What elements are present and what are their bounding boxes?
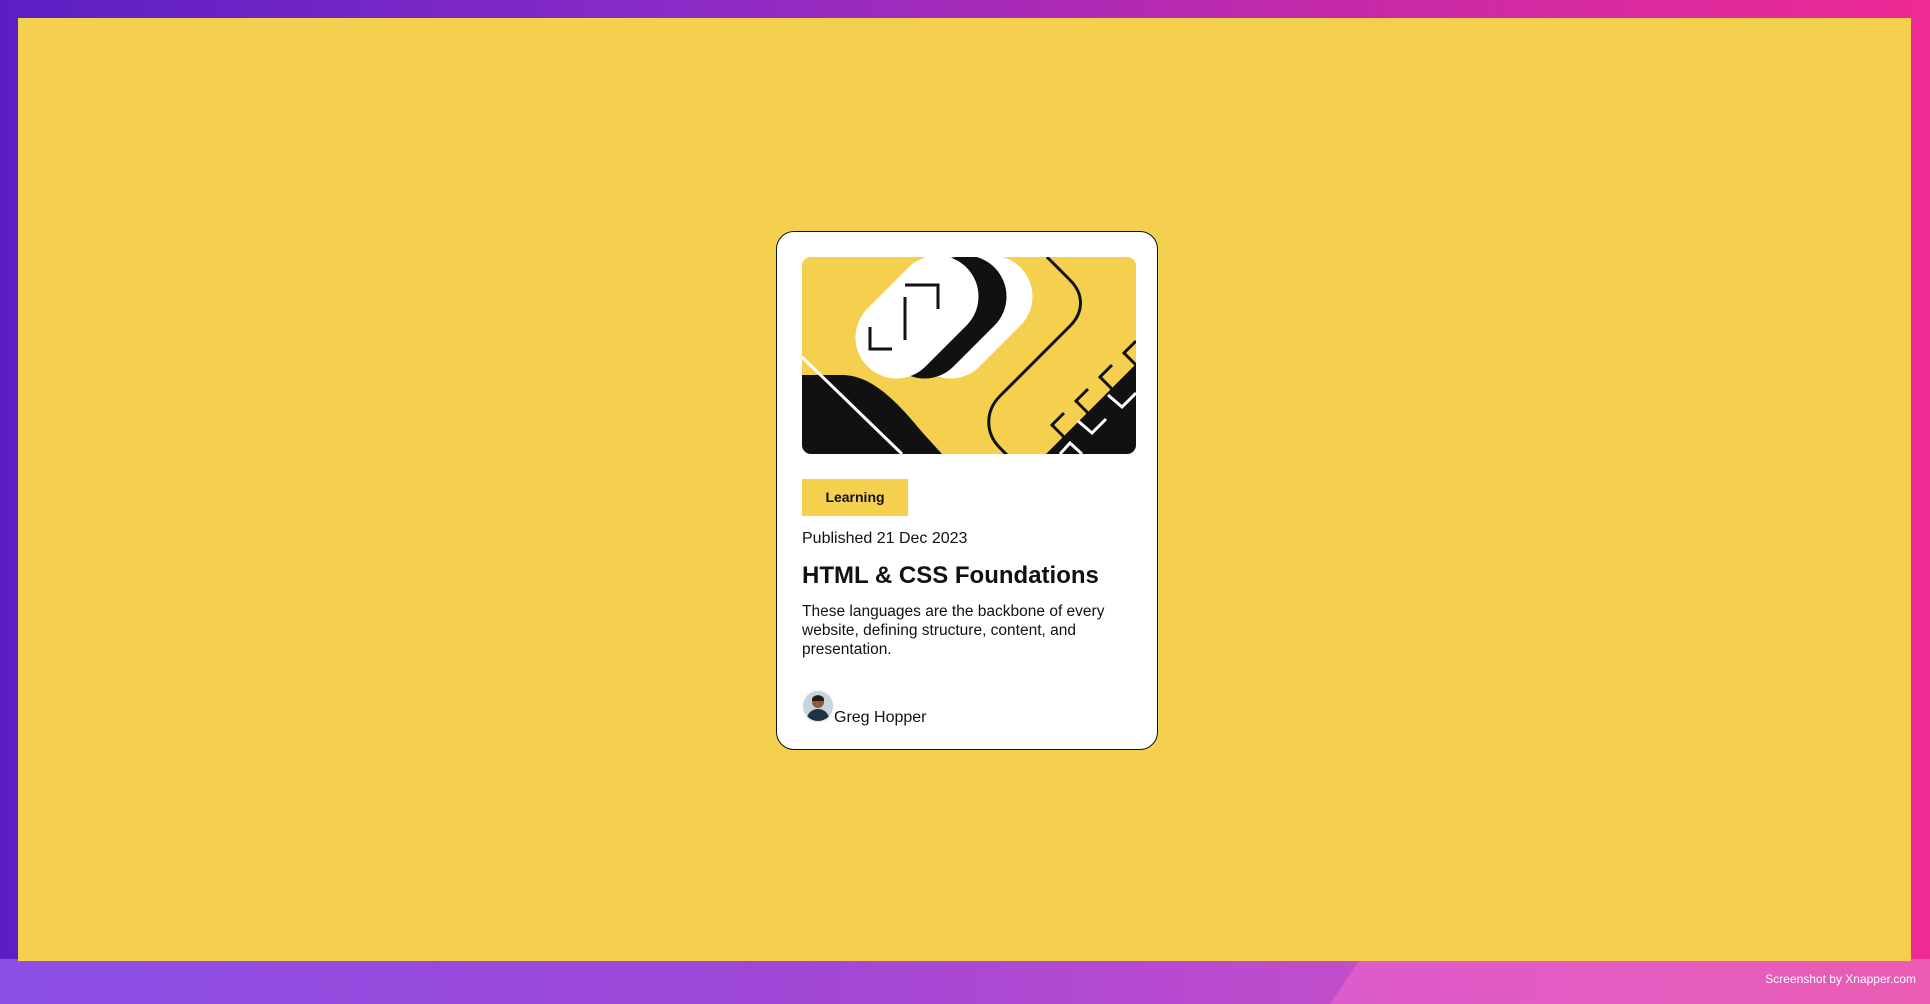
author-avatar — [802, 690, 834, 722]
page-background: Learning Published 21 Dec 2023 HTML & CS… — [18, 18, 1911, 961]
author-name[interactable]: Greg Hopper — [834, 709, 927, 727]
author-info: Greg Hopper — [802, 690, 1002, 728]
card-illustration — [802, 257, 1136, 454]
card-title[interactable]: HTML & CSS Foundations — [802, 562, 1099, 590]
screenshot-credit: Screenshot by Xnapper.com — [1765, 972, 1916, 986]
avatar-icon — [802, 690, 834, 722]
publish-date: Published 21 Dec 2023 — [802, 530, 968, 547]
illustration-icon — [802, 257, 1136, 454]
category-tag[interactable]: Learning — [802, 479, 908, 516]
card-description: These languages are the backbone of ever… — [802, 603, 1105, 658]
backdrop-gradient — [0, 959, 1930, 1004]
blog-preview-card: Learning Published 21 Dec 2023 HTML & CS… — [776, 231, 1158, 750]
